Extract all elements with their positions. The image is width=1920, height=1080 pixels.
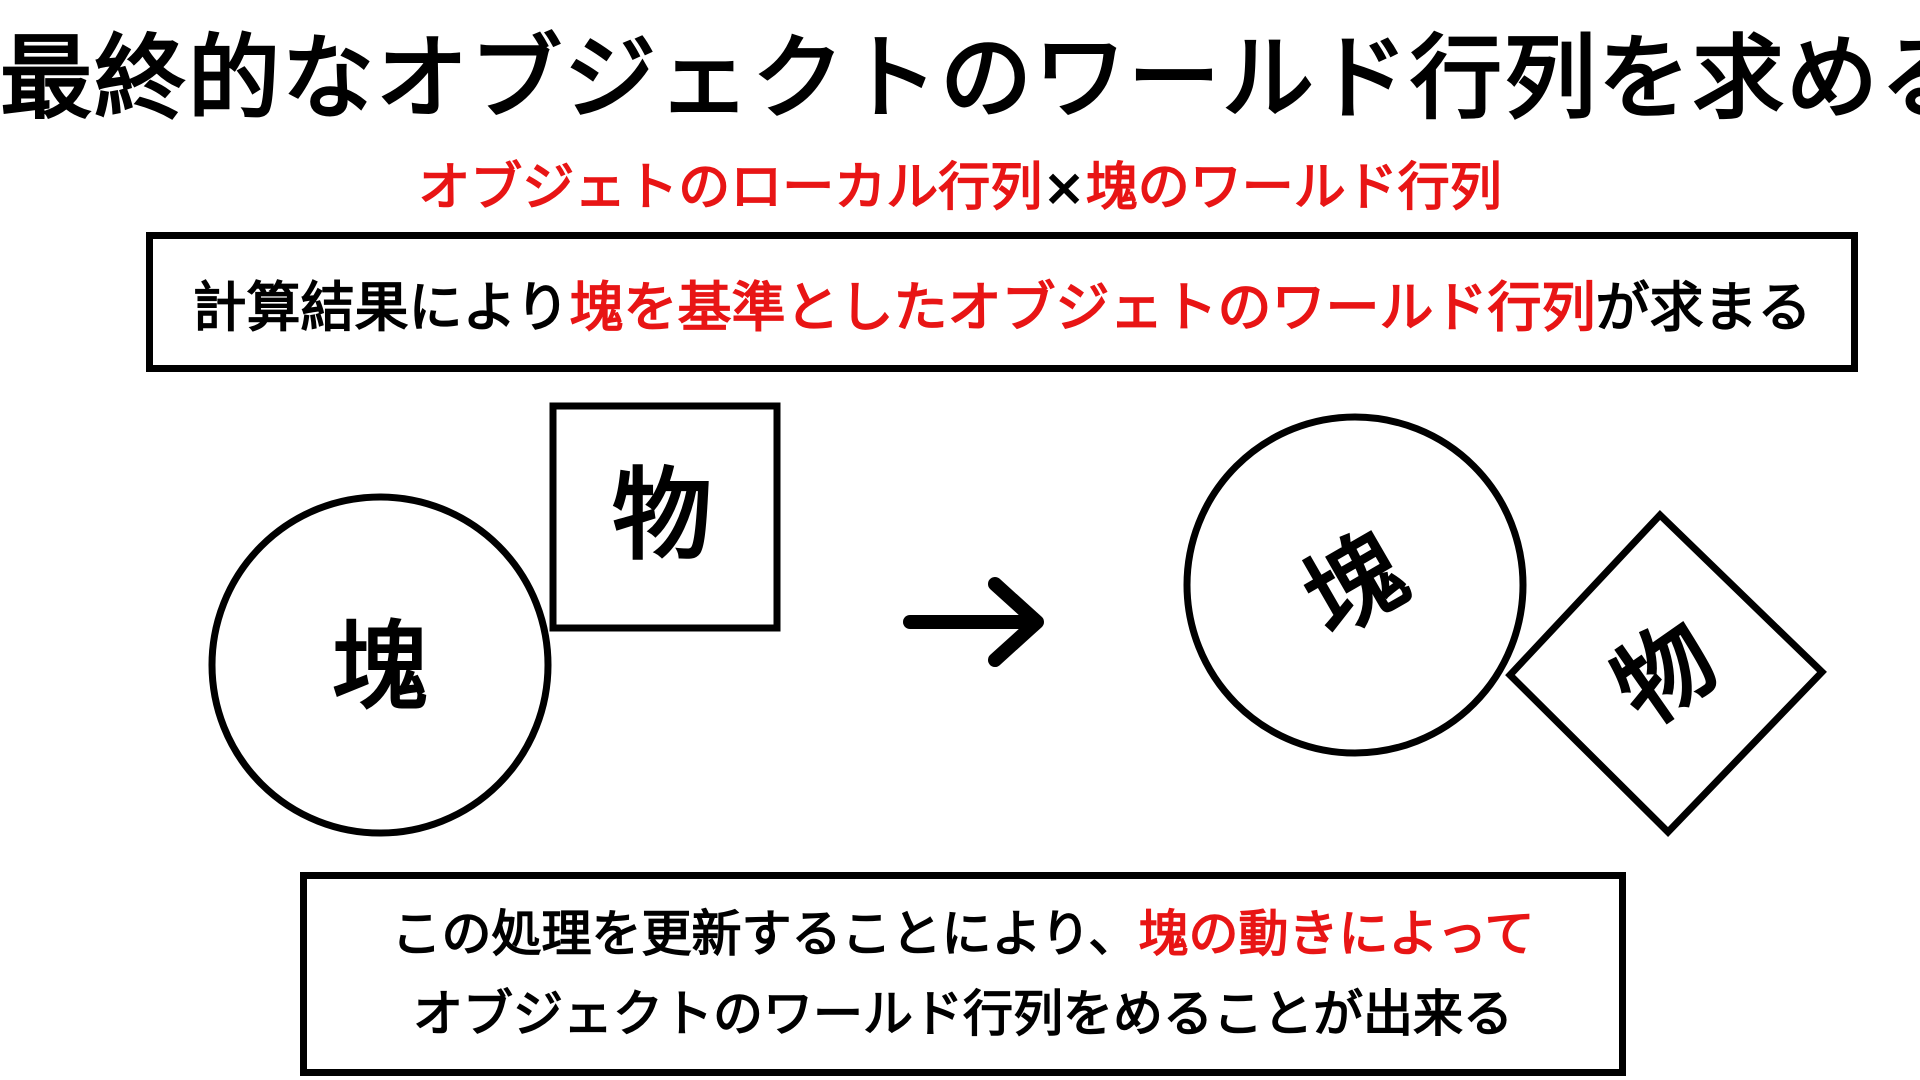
conclusion-line-2: オブジェクトのワールド行列をめることが出来る xyxy=(413,985,1513,1043)
conclusion-box: この処理を更新することにより、塊の動きによって オブジェクトのワールド行列をめる… xyxy=(300,872,1626,1076)
block-label-before: 塊 xyxy=(332,611,428,723)
conclusion-highlight: 塊の動きによって xyxy=(1138,905,1535,963)
object-label-after: 物 xyxy=(1594,600,1737,747)
block-label-after: 塊 xyxy=(1285,513,1424,658)
conclusion-prefix: この処理を更新することにより、 xyxy=(391,905,1139,963)
arrow-icon xyxy=(903,577,1044,667)
object-label-before: 物 xyxy=(612,457,712,574)
conclusion-line-1: この処理を更新することにより、塊の動きによって xyxy=(392,894,1535,974)
